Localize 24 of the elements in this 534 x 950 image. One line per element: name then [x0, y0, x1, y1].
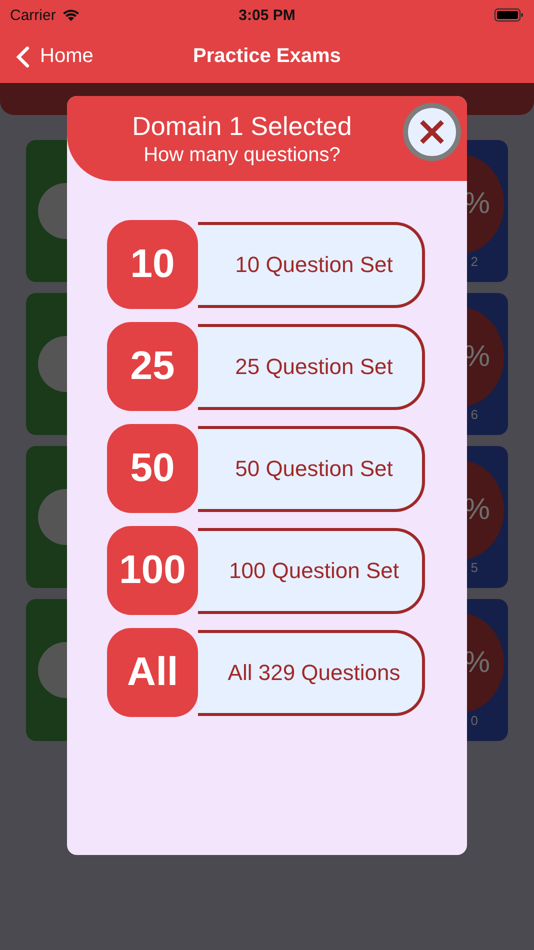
count-button[interactable]: 100 — [107, 526, 198, 615]
dialog-subtitle: How many questions? — [144, 144, 340, 166]
carrier-label: Carrier — [10, 6, 56, 24]
score-count: 0 — [470, 712, 478, 728]
score-count: 6 — [470, 406, 478, 422]
count-button[interactable]: 50 — [107, 424, 198, 513]
back-button[interactable]: Home — [0, 45, 94, 68]
question-set-button[interactable]: All 329 Questions — [198, 630, 425, 716]
battery-icon — [494, 8, 524, 22]
count-button[interactable]: 25 — [107, 322, 198, 411]
clock-time: 3:05 PM — [238, 6, 296, 24]
count-button[interactable]: All — [107, 628, 198, 717]
score-count: 5 — [470, 560, 478, 574]
question-set-button[interactable]: 10 Question Set — [198, 222, 425, 308]
count-button[interactable]: 10 — [107, 220, 198, 309]
question-set-button[interactable]: 25 Question Set — [198, 324, 425, 410]
dialog-title: Domain 1 Selected — [132, 110, 352, 142]
back-chevron-icon — [16, 46, 30, 68]
question-set-button[interactable]: 50 Question Set — [198, 426, 425, 512]
wifi-icon — [60, 8, 81, 22]
score-count: 2 — [470, 254, 478, 268]
question-set-button[interactable]: 100 Question Set — [198, 528, 425, 614]
screen-title: Practice Exams — [193, 45, 341, 68]
close-icon — [418, 118, 446, 146]
